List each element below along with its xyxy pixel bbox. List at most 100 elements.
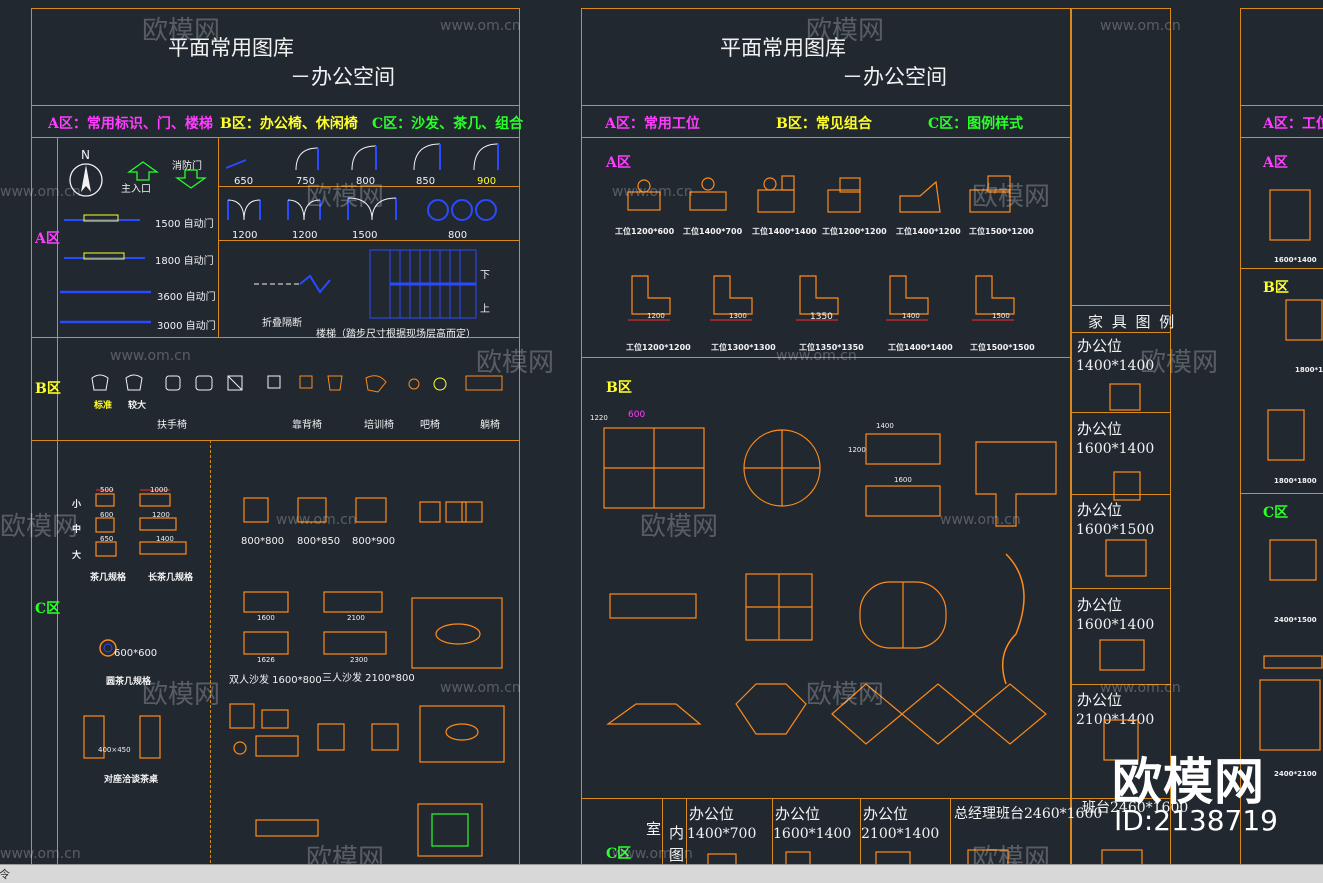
bottom-legend-2-size: 2100*1400 [861, 826, 940, 842]
watermark-url-10: www.om.cn [1100, 680, 1181, 696]
ws-row2-4: 工位1500*1500 [970, 343, 1035, 352]
sheet-1-b-c-divider [31, 440, 520, 441]
watermark-logo-7: 欧模网 [0, 512, 79, 542]
door-size-650: 650 [234, 176, 254, 187]
watermark-url-7: www.om.cn [276, 512, 357, 528]
auto-door-3600-label: 3600 自动门 [157, 292, 216, 303]
sheet-1-a-split [218, 137, 219, 337]
three-seat-sofa-label: 三人沙发 2100*800 [322, 673, 415, 684]
combo-dim-1200: 1200 [848, 446, 866, 454]
watermark-url-3: www.om.cn [612, 184, 693, 200]
ws-row2-1: 工位1300*1300 [711, 343, 776, 352]
legend-furniture-icons [1099, 383, 1147, 761]
legend-divider-1 [1071, 332, 1171, 333]
bottom-legend-3-name: 总经理班台2460*1600 [954, 806, 1103, 822]
watermark-url-8: www.om.cn [940, 512, 1021, 528]
dim-sofa-1626: 1626 [257, 656, 275, 664]
door2-size-1200b: 1200 [292, 230, 318, 241]
coffee-table-pair-icon [83, 715, 161, 759]
combo-dim-1400: 1400 [876, 422, 894, 430]
folding-partition-icon [254, 274, 331, 294]
auto-door-3000-icon [60, 320, 151, 324]
sheet-2-zone-divider [581, 137, 1071, 138]
door-size-850: 850 [416, 176, 436, 187]
sheet-3-furniture-icons [1259, 189, 1323, 751]
sheet-2-subtitle: －办公空间 [842, 65, 947, 89]
sheet-2-zone-b-heading: B区：常见组合 [776, 116, 872, 132]
sheet-1-zone-divider [31, 137, 520, 138]
watermark-url-1: www.om.cn [440, 18, 521, 34]
sheet-1-zone-b-heading: B区：办公椅、休闲椅 [220, 116, 358, 132]
tea-long-spec-label: 长茶几规格 [148, 573, 194, 583]
chair-training-label: 培训椅 [364, 420, 394, 431]
watermark-url-6: www.om.cn [776, 348, 857, 364]
sheet-1-side-c: C区 [35, 601, 61, 617]
ws-row2-dim-1: 1300 [729, 312, 747, 320]
legend-item-0-name: 办公位 [1077, 337, 1123, 355]
sheet-1-side-a: A区 [35, 231, 60, 247]
sofa-size-800x850: 800*850 [297, 536, 341, 547]
watermark-logo-9: 欧模网 [142, 680, 221, 710]
staircase-icon [369, 249, 477, 319]
bottom-legend-1-name: 办公位 [775, 805, 821, 823]
tea-small-spec-label: 茶几规格 [90, 573, 127, 583]
watermark-logo-4: 欧模网 [972, 182, 1051, 212]
stair-up-label: 上 [480, 304, 490, 315]
chair-lounge-label: 躺椅 [480, 420, 500, 431]
sheet-2-side-b: B区 [606, 380, 632, 396]
ws-row2-dim-3: 1400 [902, 312, 920, 320]
stair-down-label: 下 [480, 270, 490, 281]
sofa-group-icon [229, 703, 505, 857]
ws-row2-3: 工位1400*1400 [888, 343, 953, 352]
command-line-bar[interactable]: 命令 [0, 864, 1323, 883]
bottom-legend-0-size: 1400*700 [687, 826, 757, 842]
auto-door-1500-label: 1500 自动门 [155, 219, 214, 230]
watermark-url-2: www.om.cn [1100, 18, 1181, 34]
chair-backrest-label: 靠背椅 [292, 420, 322, 431]
chair-large-label: 较大 [128, 401, 147, 411]
sheet-1-zone-c-heading: C区：沙发、茶几、组合 [372, 116, 524, 132]
legend-divider-0 [1071, 305, 1171, 306]
legend-title: 家 具 图 例 [1088, 313, 1177, 331]
watermark-logo-10: 欧模网 [806, 680, 885, 710]
ws-row2-dim-0: 1200 [647, 312, 665, 320]
sheet-1-subtitle: －办公空间 [290, 65, 395, 89]
fire-door-arrow-icon [174, 169, 208, 189]
watermark-url-12: www.om.cn [0, 846, 81, 862]
tea-size-large: 大 [72, 551, 82, 561]
dim-500: 500 [100, 486, 114, 494]
north-label: N [81, 148, 90, 162]
coffee-table-label: 对座洽谈茶桌 [104, 775, 159, 785]
watermark-logo-5: 欧模网 [476, 348, 555, 378]
two-seat-sofa-label: 双人沙发 1600*800 [229, 675, 322, 686]
watermark-url-11: www.om.cn [612, 846, 693, 862]
sheet-1-side-b: B区 [35, 381, 61, 397]
ws-row1-4: 工位1400*1200 [896, 227, 961, 236]
bottom-legend-0-name: 办公位 [689, 805, 735, 823]
multi-sofa-icon [243, 591, 503, 669]
combination-layouts-icon [603, 427, 1057, 745]
watermark-logo-1: 欧模网 [142, 16, 221, 46]
coffee-table-dim: 400×450 [98, 746, 131, 754]
sheet-1-zone-a-heading: A区：常用标识、门、楼梯 [48, 116, 213, 132]
round-tea-size: 600*600 [114, 648, 158, 659]
ws-row1-2: 工位1400*1400 [752, 227, 817, 236]
sofa-size-800x900: 800*900 [352, 536, 396, 547]
watermark-url-5: www.om.cn [110, 348, 191, 364]
auto-door-3600-icon [60, 290, 151, 294]
watermark-logo-6: 欧模网 [1140, 348, 1219, 378]
dim-sofa-1600: 1600 [257, 614, 275, 622]
sheet-3-zone-a-heading: A区：工位 [1263, 116, 1323, 132]
combo-dim-600: 600 [628, 410, 646, 420]
auto-door-3000-label: 3000 自动门 [157, 321, 216, 332]
watermark-logo-8: 欧模网 [640, 512, 719, 542]
ws-row1-5: 工位1500*1200 [969, 227, 1034, 236]
dim-650: 650 [100, 535, 114, 543]
chair-row-icons [91, 374, 503, 393]
bottom-legend-2-name: 办公位 [863, 805, 909, 823]
chair-bar-label: 吧椅 [420, 420, 440, 431]
command-line-label: 命令 [0, 868, 10, 881]
dim-sofa-2300: 2300 [350, 656, 368, 664]
door-size-900: 900 [477, 176, 497, 187]
watermark-url-9: www.om.cn [440, 680, 521, 696]
